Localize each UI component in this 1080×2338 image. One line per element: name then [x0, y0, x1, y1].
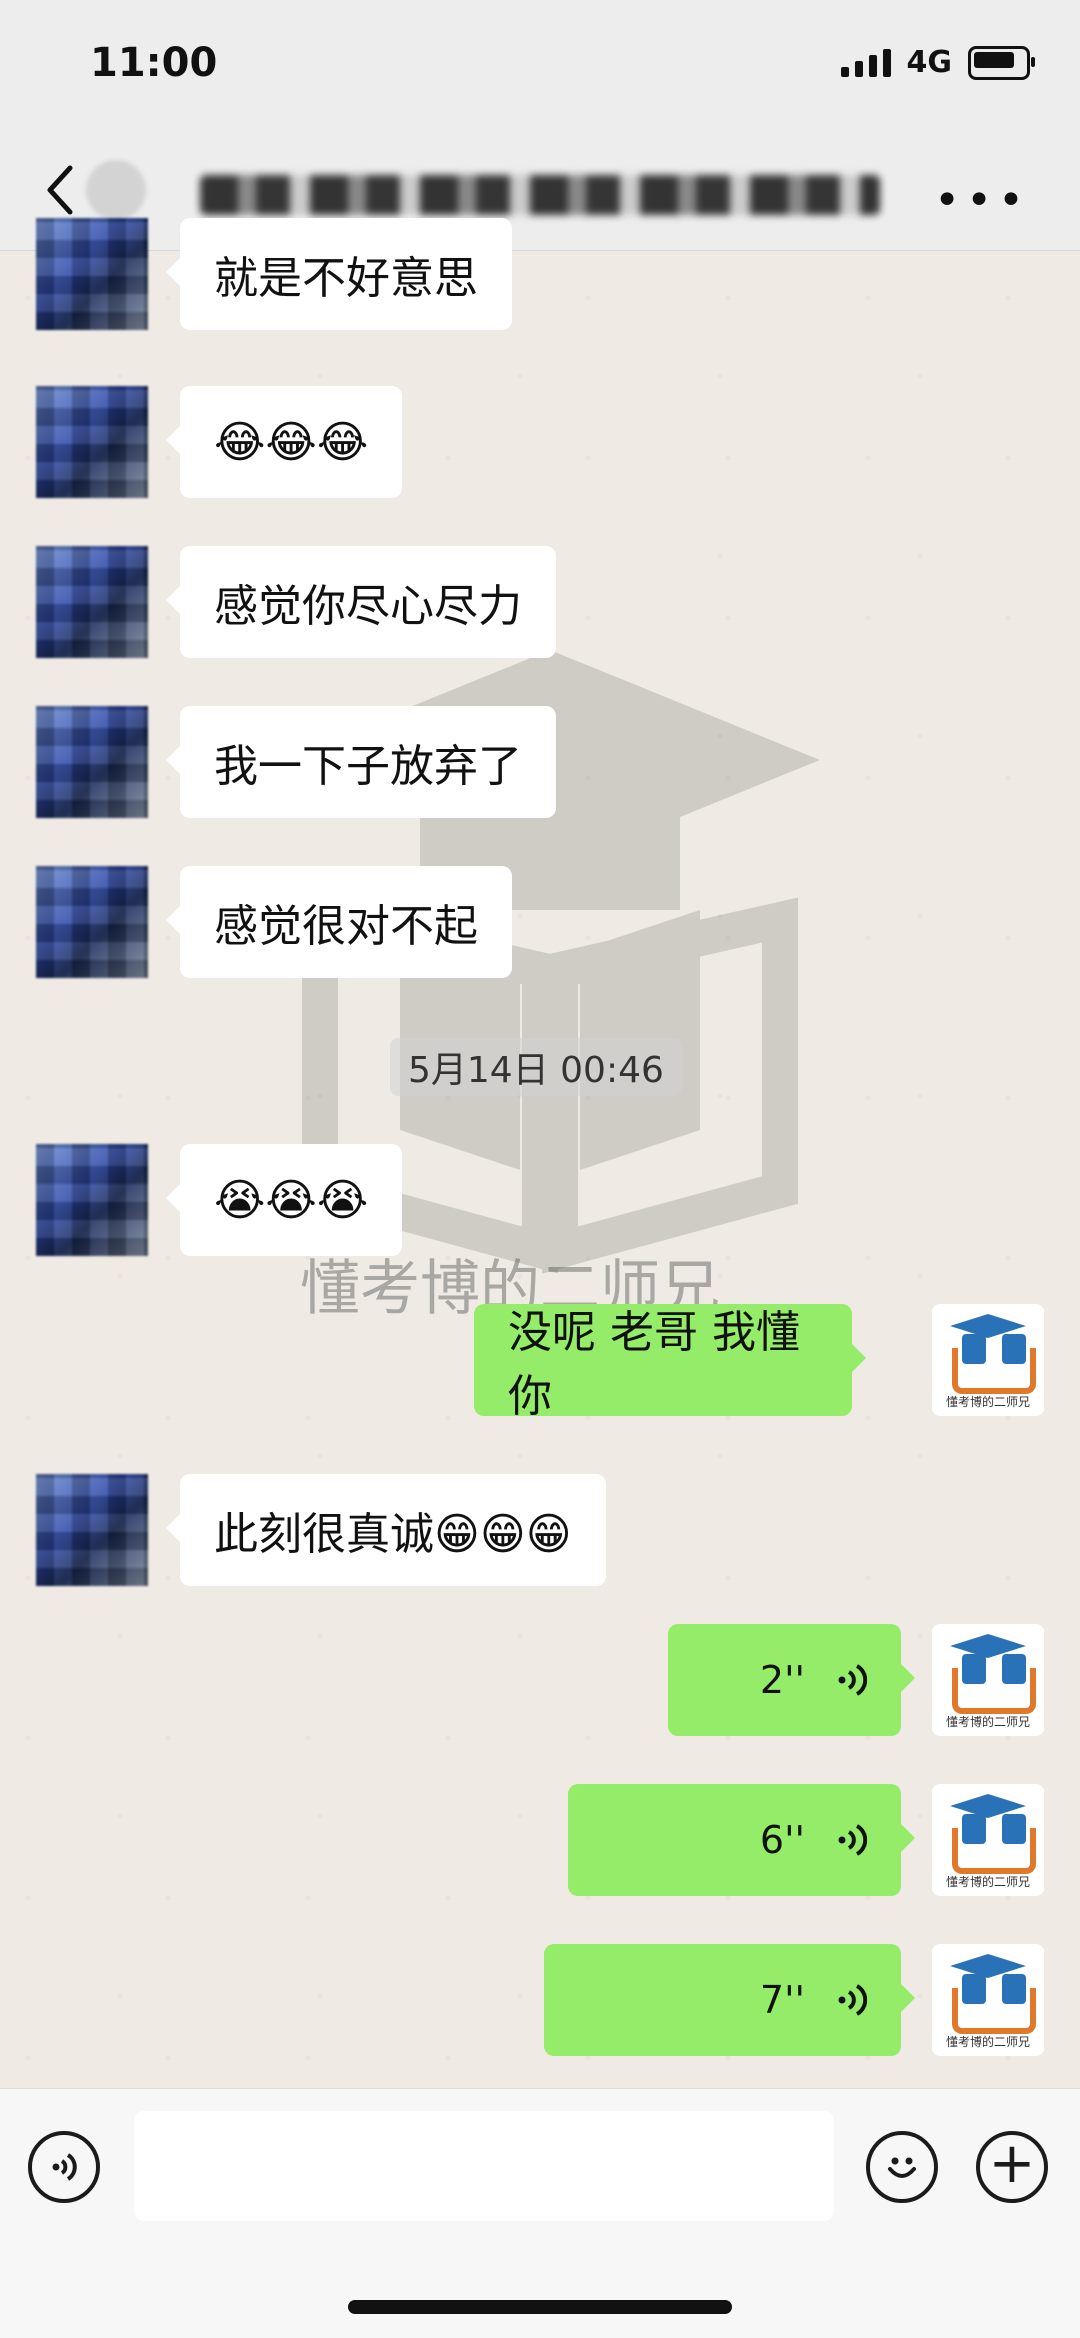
network-label: 4G [906, 45, 953, 80]
emoji-button[interactable] [866, 2131, 938, 2203]
book-icon [952, 1814, 1036, 1874]
contact-avatar[interactable] [36, 866, 148, 978]
voice-message[interactable]: 7'' [544, 1944, 915, 2056]
more-button[interactable]: ••• [934, 175, 1030, 226]
voice-duration: 7'' [759, 1978, 805, 2022]
status-indicators: 4G [840, 45, 1035, 80]
message-bubble[interactable]: 就是不好意思 [166, 218, 512, 330]
message-bubble[interactable]: 此刻很真诚😁😁😁 [166, 1474, 606, 1586]
voice-icon [52, 2153, 77, 2181]
message-bubble[interactable]: 我一下子放弃了 [166, 706, 556, 818]
back-button[interactable] [40, 160, 80, 220]
chat-title-redacted[interactable] [200, 175, 880, 215]
voice-wave-icon [827, 1660, 868, 1700]
avatar-caption: 懂考博的二师兄 [945, 1715, 1030, 1729]
message-text: 此刻很真诚😁😁😁 [214, 1509, 572, 1560]
message-bubble[interactable]: 😂😂😂 [165, 386, 403, 498]
self-avatar[interactable]: 懂考博的二师兄 [932, 1304, 1044, 1416]
voice-wave-icon [827, 1980, 868, 2020]
status-bar: 11:00 4G [0, 0, 1080, 130]
book-icon [952, 1334, 1036, 1394]
contact-avatar[interactable] [36, 706, 148, 818]
voice-input-button[interactable] [28, 2131, 100, 2203]
chevron-left-icon [47, 165, 73, 215]
battery-icon [968, 45, 1035, 80]
plus-icon: + [988, 2131, 1036, 2196]
voice-message[interactable]: 6'' [568, 1784, 915, 1896]
contact-avatar[interactable] [36, 386, 148, 498]
voice-duration: 6'' [759, 1818, 805, 1862]
plus-button[interactable]: + [976, 2131, 1048, 2203]
chat-avatar [86, 160, 146, 220]
more-icon: ••• [934, 175, 1030, 226]
voice-duration: 2'' [759, 1658, 805, 1702]
voice-message[interactable]: 2'' [668, 1624, 915, 1736]
avatar-caption: 懂考博的二师兄 [945, 2035, 1030, 2049]
signal-icon [840, 48, 891, 77]
self-avatar[interactable]: 懂考博的二师兄 [932, 1624, 1044, 1736]
voice-wave-icon [827, 1820, 868, 1860]
avatar-caption: 懂考博的二师兄 [945, 1875, 1030, 1889]
message-bubble[interactable]: 😭😭😭 [165, 1144, 403, 1256]
timestamp: 5月14日 00:46 [390, 1038, 682, 1096]
self-avatar[interactable]: 懂考博的二师兄 [932, 1784, 1044, 1896]
contact-avatar[interactable] [36, 1144, 148, 1256]
message-text: 就是不好意思 [214, 253, 478, 304]
contact-avatar[interactable] [36, 1474, 148, 1586]
home-indicator[interactable] [348, 2300, 732, 2314]
message-text: 感觉你尽心尽力 [214, 581, 522, 632]
contact-avatar[interactable] [36, 546, 148, 658]
contact-avatar[interactable] [36, 218, 148, 330]
message-text: 没呢 老哥 我懂你 [508, 1307, 800, 1422]
message-bubble[interactable]: 感觉你尽心尽力 [166, 546, 556, 658]
message-text: 我一下子放弃了 [214, 741, 522, 792]
message-text: 感觉很对不起 [214, 901, 478, 952]
self-avatar[interactable]: 懂考博的二师兄 [932, 1944, 1044, 2056]
message-bubble[interactable]: 感觉很对不起 [166, 866, 512, 978]
emoji-icon [888, 2157, 916, 2178]
message-text: 😂😂😂 [214, 416, 369, 468]
status-time: 11:00 [90, 40, 218, 86]
avatar-caption: 懂考博的二师兄 [945, 1395, 1030, 1409]
message-text: 😭😭😭 [214, 1174, 369, 1226]
message-bubble-self[interactable]: 没呢 老哥 我懂你 [474, 1304, 866, 1422]
book-icon [952, 1974, 1036, 2034]
message-input[interactable] [134, 2111, 834, 2221]
book-icon [952, 1654, 1036, 1714]
nav-bar: ••• [0, 130, 1080, 251]
